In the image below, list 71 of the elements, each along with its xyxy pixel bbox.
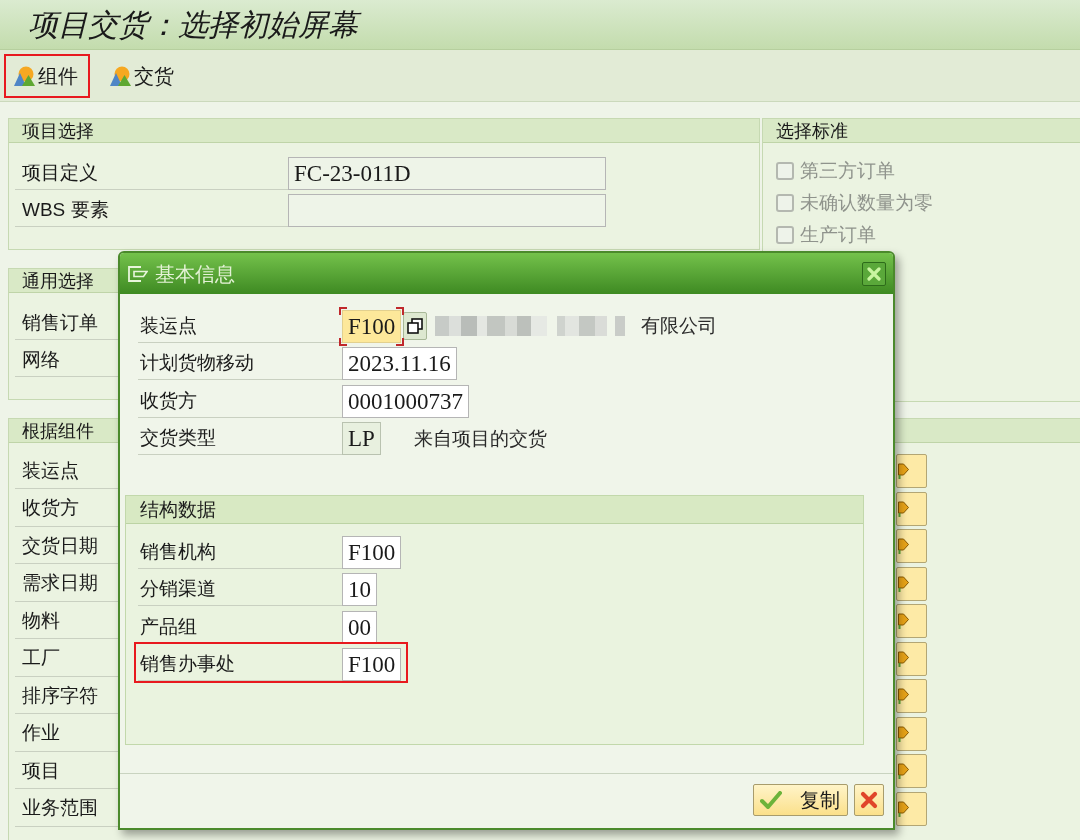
input-field[interactable]: 0001000737 [342,384,469,418]
field-label: 工厂 [22,647,60,670]
overlapping-squares-icon [407,318,424,334]
input-field[interactable]: FC-23-011D [288,156,606,190]
field-label: 物料 [22,609,60,632]
window-icon [128,265,148,282]
arrow-button[interactable] [896,529,927,564]
arrow-button[interactable] [896,716,927,751]
arrow-button[interactable] [896,491,927,526]
arrow-icon [898,800,909,817]
field-label: 计划货物移动 [140,352,254,374]
arrow-button[interactable] [896,754,927,789]
field-label: 销售办事处 [140,653,235,675]
group-header: 结构数据 [126,496,863,524]
check-icon [760,791,782,809]
field-label: 产品组 [140,615,197,638]
input-field: LP [342,422,381,455]
field-label: 销售订单 [22,311,98,334]
mountain-sun-icon [14,65,35,86]
input-field[interactable]: F100 [342,535,402,569]
arrow-button[interactable] [896,604,927,639]
arrow-icon [898,538,909,555]
arrow-icon [898,463,909,480]
field-description: 有限公司 [641,315,718,337]
input-field[interactable]: 2023.11.16 [342,347,457,380]
field-label: 分销渠道 [140,578,216,600]
arrow-button[interactable] [896,454,927,489]
field-label: 项目定义 [22,161,98,184]
field-label: 项目 [22,759,60,782]
field-label: 装运点 [22,459,79,482]
arrow-button[interactable] [896,566,927,601]
field-label: 网络 [22,349,60,371]
mountain-sun-icon [110,65,131,86]
field-label: 业务范围 [22,797,98,820]
panel-header: 选择标准 [763,119,1080,143]
checkbox-label: 未确认数量为零 [800,192,933,214]
checkbox-label: 生产订单 [800,224,876,246]
arrow-icon [898,500,909,517]
input-field[interactable] [288,194,606,227]
cancel-icon [860,791,878,809]
lookup-button[interactable] [403,312,428,340]
close-icon [867,266,881,281]
input-field[interactable]: 10 [342,573,377,606]
field-label: 收货方 [22,497,79,520]
toolbar-button[interactable]: 交货 [100,53,186,98]
arrow-button[interactable] [896,791,927,826]
arrow-icon [898,763,909,780]
arrow-icon [898,688,909,705]
arrow-button[interactable] [896,641,927,676]
arrow-icon [898,613,909,630]
arrow-button[interactable] [896,679,927,714]
field-label: 排序字符 [22,684,98,707]
arrow-icon [898,650,909,667]
input-field[interactable]: F100 [342,648,402,681]
panel-header: 项目选择 [9,119,759,143]
cancel-button[interactable] [854,784,884,816]
field-label: 销售机构 [140,540,216,563]
close-button[interactable] [862,261,886,286]
field-label: 交货日期 [22,534,98,557]
field-label: 收货方 [140,389,197,412]
field-label: 装运点 [140,314,197,337]
field-label: WBS 要素 [22,199,109,221]
input-field[interactable]: 00 [342,610,377,644]
field-label: 作业 [22,722,60,745]
arrow-icon [898,575,909,592]
field-label: 需求日期 [22,572,98,595]
copy-button[interactable]: 复制 [753,784,848,816]
checkbox-label: 第三方订单 [800,160,895,182]
input-field[interactable]: F100 [339,306,405,346]
toolbar-button[interactable]: 组件 [4,53,90,98]
arrow-icon [898,725,909,742]
